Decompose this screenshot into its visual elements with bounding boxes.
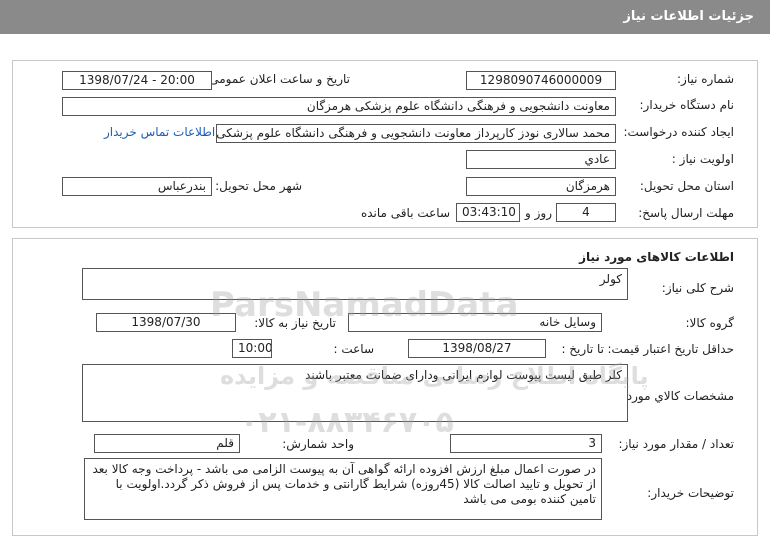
quantity-field[interactable]: 3 — [450, 434, 602, 453]
requester-field[interactable]: محمد سالاری نودز کارپرداز معاونت دانشجوی… — [216, 124, 616, 143]
deadline-label: مهلت ارسال پاسخ: — [638, 206, 734, 220]
page-title: جزئیات اطلاعات نیاز — [623, 9, 754, 24]
province-label: استان محل تحویل: — [639, 179, 734, 193]
price-validity-time-field[interactable]: 10:00 — [232, 339, 272, 358]
goods-section-title: اطلاعات کالاهای مورد نیاز — [579, 250, 734, 264]
summary-label: شرح کلی نیاز: — [661, 281, 734, 295]
goods-group-field[interactable]: وسایل خانه — [348, 313, 602, 332]
page-title-bar: جزئیات اطلاعات نیاز — [0, 0, 770, 34]
priority-field[interactable]: عادي — [466, 150, 616, 169]
need-number-label: شماره نیاز: — [677, 72, 734, 86]
goods-group-label: گروه کالا: — [685, 316, 735, 330]
buyer-contact-link[interactable]: اطلاعات تماس خریدار — [104, 125, 215, 139]
announce-datetime-field[interactable]: 1398/07/24 - 20:00 — [62, 71, 212, 90]
city-label: شهر محل تحویل: — [215, 179, 302, 193]
unit-field[interactable]: قلم — [94, 434, 240, 453]
quantity-label: تعداد / مقدار مورد نیاز: — [618, 437, 734, 451]
price-validity-to-date-label: تا تاریخ : — [561, 342, 604, 356]
need-date-label: تاریخ نیاز به کالا: — [254, 316, 336, 330]
buyer-org-field[interactable]: معاونت دانشجویی و فرهنگی دانشگاه علوم پز… — [62, 97, 616, 116]
deadline-days-field[interactable]: 4 — [556, 203, 616, 222]
buyer-org-label: نام دستگاه خریدار: — [639, 98, 735, 112]
buyer-notes-field[interactable]: در صورت اعمال مبلغ ارزش افزوده ارائه گوا… — [84, 458, 602, 520]
requester-label: ایجاد کننده درخواست: — [623, 125, 734, 139]
deadline-time-field[interactable]: 03:43:10 — [456, 203, 520, 222]
need-date-field[interactable]: 1398/07/30 — [96, 313, 236, 332]
province-field[interactable]: هرمزگان — [466, 177, 616, 196]
announce-datetime-label: تاریخ و ساعت اعلان عمومی: — [205, 72, 350, 86]
priority-label: اولویت نیاز : — [671, 152, 734, 166]
buyer-notes-label: توضیحات خریدار: — [647, 486, 734, 500]
need-number-field[interactable]: 1298090746000009 — [466, 71, 616, 90]
price-validity-date-field[interactable]: 1398/08/27 — [408, 339, 546, 358]
city-field[interactable]: بندرعباس — [62, 177, 212, 196]
price-validity-label: حداقل تاریخ اعتبار قیمت: — [607, 342, 734, 356]
summary-field[interactable]: کولر — [82, 268, 628, 300]
unit-label: واحد شمارش: — [282, 437, 354, 451]
specs-field[interactable]: کلر طبق لیست پیوست لوازم ایرانی ودارای ض… — [82, 364, 628, 422]
deadline-time-suffix: ساعت باقی مانده — [360, 206, 450, 220]
price-validity-time-label: ساعت : — [333, 342, 374, 356]
deadline-days-unit: روز و — [525, 206, 552, 220]
